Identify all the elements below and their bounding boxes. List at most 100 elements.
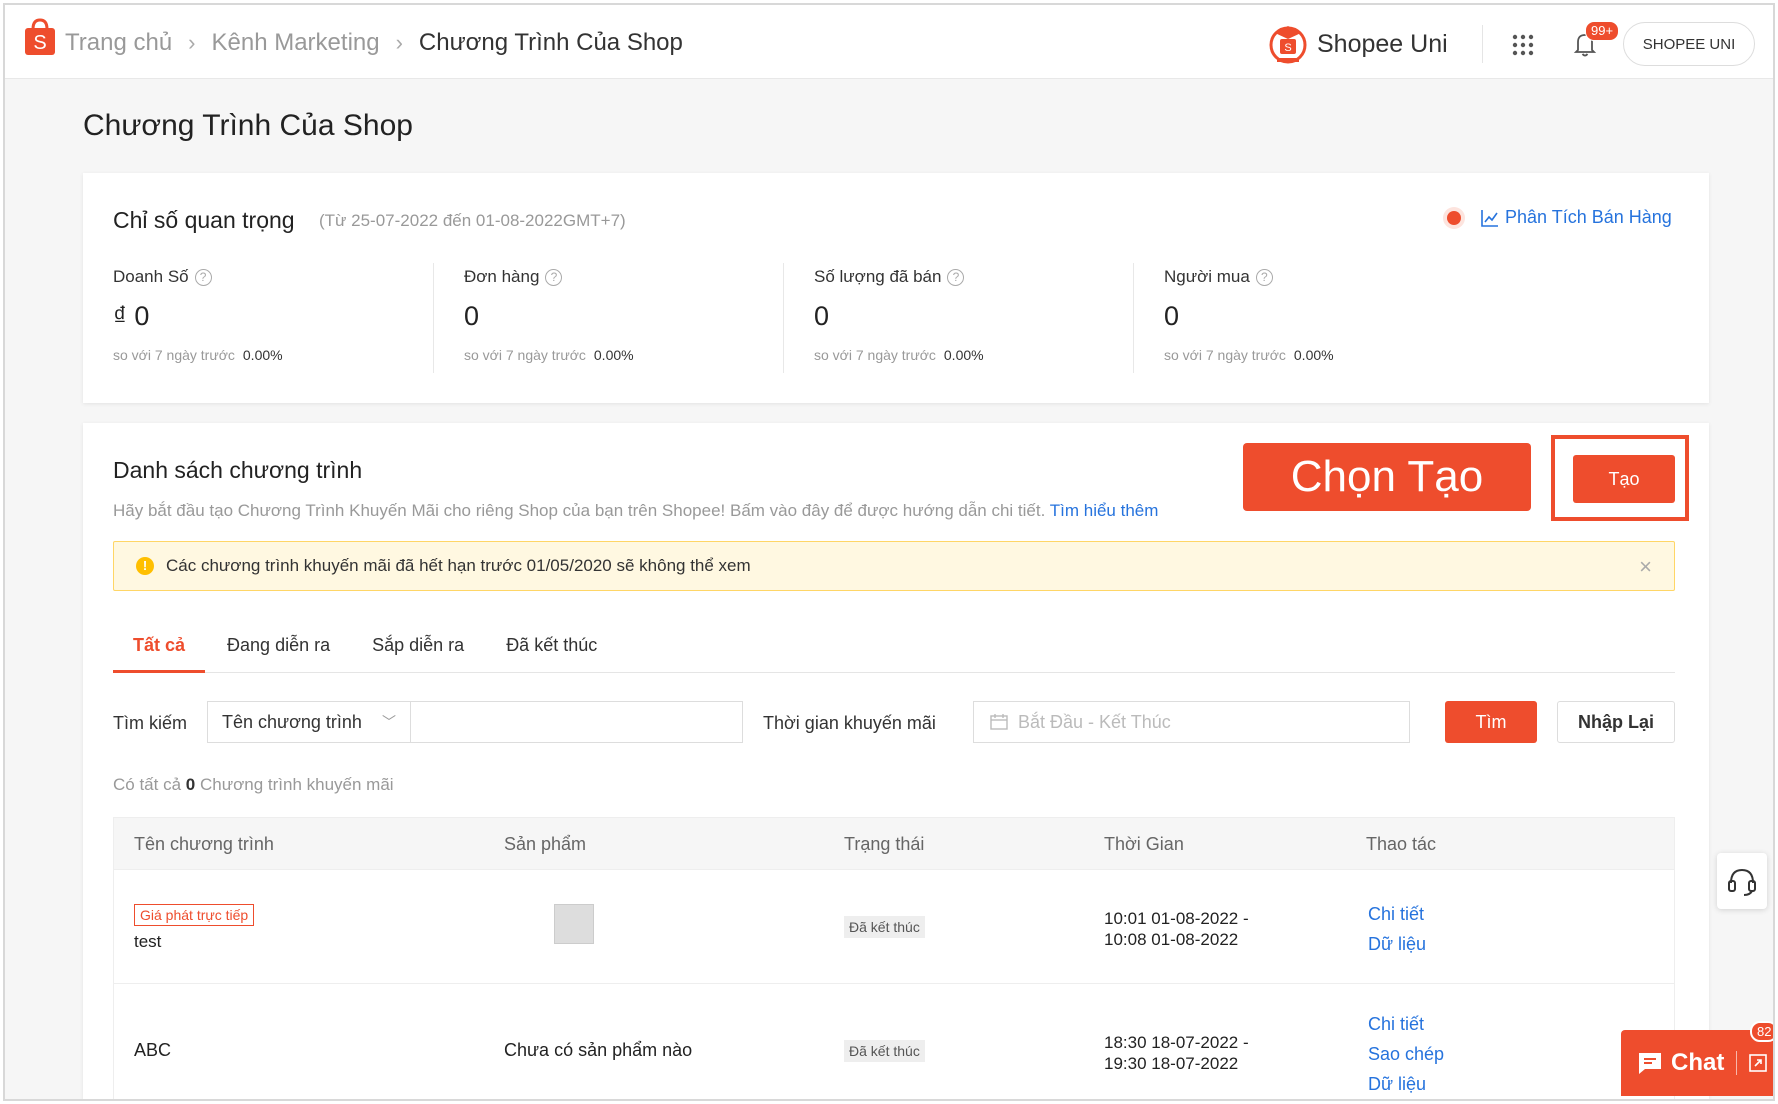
metric-value: 0 xyxy=(1164,301,1180,331)
help-icon[interactable]: ? xyxy=(947,268,965,286)
live-indicator-icon xyxy=(1447,211,1461,225)
column-header: Tên chương trình xyxy=(134,834,274,854)
headset-icon xyxy=(1728,868,1756,896)
metric-buyers: Người mua? 0 so với 7 ngày trước 0.00% xyxy=(1133,263,1531,373)
chevron-right-icon: › xyxy=(395,30,403,55)
search-type-value: Tên chương trình xyxy=(222,712,362,732)
reset-button[interactable]: Nhập Lại xyxy=(1557,701,1675,743)
calendar-icon xyxy=(990,714,1008,730)
search-type-select[interactable]: Tên chương trình ﹀ xyxy=(207,701,410,743)
status-badge: Đã kết thúc xyxy=(844,1040,925,1062)
product-thumbnail[interactable] xyxy=(554,904,594,944)
column-header: Thao tác xyxy=(1366,834,1437,854)
column-header: Sản phẩm xyxy=(504,834,587,854)
metric-units-sold: Số lượng đã bán? 0 so với 7 ngày trước 0.… xyxy=(783,263,1181,373)
user-menu-button[interactable]: SHOPEE UNI xyxy=(1623,22,1755,66)
copy-link[interactable]: Sao chép xyxy=(1368,1044,1444,1065)
filter-bar: Tìm kiếm Tên chương trình ﹀ Thời gian kh… xyxy=(113,701,1675,745)
table-row: Giá phát trực tiếp test Đã kết thúc 10:0… xyxy=(114,870,1674,984)
svg-text:S: S xyxy=(33,32,46,54)
breadcrumb: Trang chủ › Kênh Marketing › Chương Trìn… xyxy=(65,29,683,57)
detail-link[interactable]: Chi tiết xyxy=(1368,1014,1424,1035)
program-time: 18:30 18-07-2022 - 19:30 18-07-2022 xyxy=(1104,1032,1249,1074)
program-list-description: Hãy bắt đầu tạo Chương Trình Khuyến Mãi … xyxy=(113,501,1158,521)
support-widget[interactable] xyxy=(1717,853,1767,909)
program-count: Có tất cả 0 Chương trình khuyến mãi xyxy=(113,775,394,795)
count-value: 0 xyxy=(185,775,196,794)
chat-button[interactable]: Chat xyxy=(1621,1030,1773,1096)
metric-compare-value: 0.00% xyxy=(242,347,283,363)
chat-label: Chat xyxy=(1671,1049,1725,1076)
metric-compare-label: so với 7 ngày trước xyxy=(1164,347,1286,363)
warning-icon: ! xyxy=(136,557,154,575)
chevron-right-icon: › xyxy=(188,30,196,55)
time-start: 18:30 18-07-2022 - xyxy=(1104,1033,1249,1052)
metric-value: 0 xyxy=(464,301,480,331)
date-range-picker[interactable]: Bắt Đầu - Kết Thúc xyxy=(973,701,1410,743)
sales-analytics-label: Phân Tích Bán Hàng xyxy=(1505,207,1672,227)
tab-upcoming[interactable]: Sắp diễn ra xyxy=(352,617,484,673)
metric-compare-value: 0.00% xyxy=(593,347,634,363)
tab-ended[interactable]: Đã kết thúc xyxy=(486,617,617,673)
program-list-card: Danh sách chương trình Hãy bắt đầu tạo C… xyxy=(83,423,1709,1099)
column-header: Trạng thái xyxy=(844,834,925,854)
chat-divider xyxy=(1736,1051,1738,1075)
help-icon[interactable]: ? xyxy=(1255,268,1273,286)
product-empty-text: Chưa có sản phẩm nào xyxy=(504,1040,693,1060)
metric-compare-value: 0.00% xyxy=(1293,347,1334,363)
header-divider xyxy=(1482,25,1483,63)
search-input[interactable] xyxy=(410,701,743,743)
program-name: ABC xyxy=(134,1040,172,1060)
tab-all[interactable]: Tất cả xyxy=(113,617,206,673)
promo-time-label: Thời gian khuyến mãi xyxy=(763,713,936,733)
help-icon[interactable]: ? xyxy=(545,268,563,286)
chevron-down-icon: ﹀ xyxy=(382,714,396,730)
apps-grid-icon[interactable] xyxy=(1511,33,1535,57)
data-link[interactable]: Dữ liệu xyxy=(1368,1074,1426,1095)
key-metrics-range: (Từ 25-07-2022 đến 01-08-2022GMT+7) xyxy=(319,211,626,230)
description-text: Hãy bắt đầu tạo Chương Trình Khuyến Mãi … xyxy=(113,501,1046,520)
line-chart-icon xyxy=(1481,209,1498,227)
sales-analytics-link[interactable]: Phân Tích Bán Hàng xyxy=(1481,207,1672,228)
chat-window-icon[interactable] xyxy=(1749,1054,1768,1072)
status-badge: Đã kết thúc xyxy=(844,916,925,938)
help-icon[interactable]: ? xyxy=(194,268,212,286)
app-frame: S Trang chủ › Kênh Marketing › Chương Tr… xyxy=(3,3,1775,1101)
column-header: Thời Gian xyxy=(1104,834,1184,854)
program-list-title: Danh sách chương trình xyxy=(113,457,363,483)
program-name: test xyxy=(134,932,162,951)
svg-text:S: S xyxy=(1284,42,1291,54)
metric-label: Người mua xyxy=(1164,267,1250,286)
key-metrics-title: Chỉ số quan trọng xyxy=(113,207,295,233)
shopee-logo-icon[interactable]: S xyxy=(23,17,57,57)
notification-badge: 99+ xyxy=(1585,21,1620,41)
live-price-tag: Giá phát trực tiếp xyxy=(134,904,255,926)
data-link[interactable]: Dữ liệu xyxy=(1368,934,1426,955)
metric-compare-label: so với 7 ngày trước xyxy=(113,347,235,363)
shopee-uni-link[interactable]: S Shopee Uni xyxy=(1265,21,1448,67)
metric-label: Đơn hàng xyxy=(464,267,540,286)
metric-compare-label: so với 7 ngày trước xyxy=(814,347,936,363)
program-time: 10:01 01-08-2022 - 10:08 01-08-2022 xyxy=(1104,908,1249,950)
shopee-uni-label: Shopee Uni xyxy=(1317,29,1448,58)
create-button[interactable]: Tạo xyxy=(1573,455,1675,503)
learn-more-link[interactable]: Tìm hiểu thêm xyxy=(1050,501,1159,520)
detail-link[interactable]: Chi tiết xyxy=(1368,904,1424,925)
metric-compare-value: 0.00% xyxy=(943,347,984,363)
chat-unread-badge: 82 xyxy=(1750,1021,1773,1042)
choose-create-callout: Chọn Tạo xyxy=(1243,443,1531,511)
key-metrics-card: Chỉ số quan trọng (Từ 25-07-2022 đến 01-… xyxy=(83,173,1709,403)
breadcrumb-marketing[interactable]: Kênh Marketing xyxy=(212,29,380,57)
breadcrumb-home[interactable]: Trang chủ xyxy=(65,29,172,57)
warning-text: Các chương trình khuyến mãi đã hết hạn t… xyxy=(166,556,751,575)
date-range-placeholder: Bắt Đầu - Kết Thúc xyxy=(1018,712,1171,732)
metric-label: Số lượng đã bán xyxy=(814,267,942,286)
shopee-uni-logo-icon: S xyxy=(1269,26,1307,64)
time-end: 19:30 18-07-2022 xyxy=(1104,1054,1239,1073)
count-suffix: Chương trình khuyến mãi xyxy=(199,775,394,794)
tab-ongoing[interactable]: Đang diễn ra xyxy=(207,617,350,673)
close-icon[interactable]: × xyxy=(1639,554,1652,580)
metric-value: 0 xyxy=(814,301,830,331)
search-button[interactable]: Tìm xyxy=(1445,701,1537,743)
metric-revenue: Doanh Số? ₫ 0 so với 7 ngày trước 0.00% xyxy=(83,263,481,373)
